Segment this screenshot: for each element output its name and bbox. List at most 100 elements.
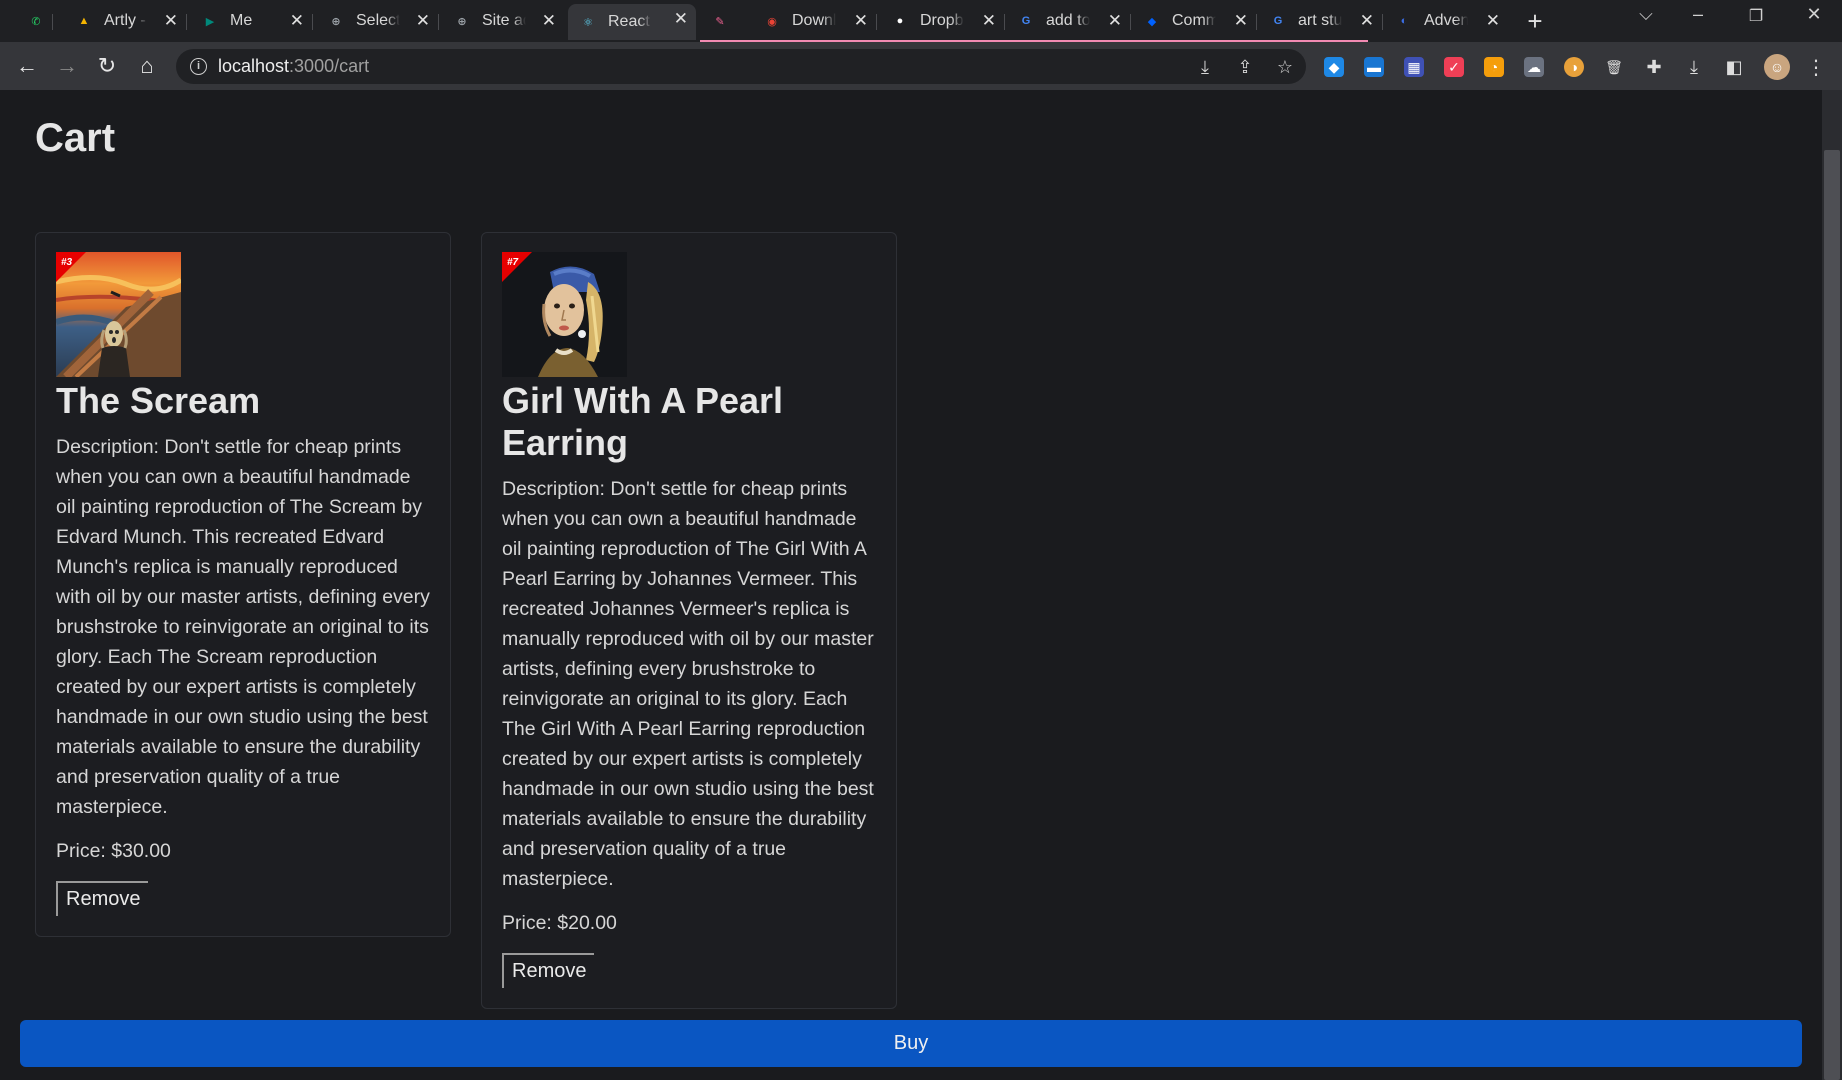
- menu-kebab-icon[interactable]: ⋮: [1806, 57, 1826, 79]
- downloads-icon[interactable]: ⤓: [1684, 57, 1704, 77]
- bookmark-star-icon[interactable]: ☆: [1274, 57, 1296, 79]
- item-title: The Scream: [56, 380, 261, 421]
- buy-button[interactable]: Buy: [20, 1020, 1802, 1067]
- new-tab-button[interactable]: +: [1522, 6, 1548, 36]
- badge-text: #3: [61, 257, 73, 268]
- item-number-badge: #7: [502, 252, 532, 282]
- google-icon: G: [1273, 15, 1283, 27]
- profile-avatar[interactable]: ☺: [1764, 54, 1790, 80]
- browser-tab[interactable]: ⊕ Site ad ✕: [442, 6, 564, 36]
- tab-title: Downl: [792, 12, 836, 29]
- github-icon: ●: [896, 15, 904, 27]
- google-icon: G: [1021, 15, 1031, 27]
- back-arrow-icon[interactable]: ←: [13, 52, 41, 80]
- trash-extension-icon[interactable]: 🗑: [1604, 57, 1624, 77]
- browser-toolbar: ← → ↻ ⌂ i localhost:3000/cart ⤓ ⇪ ☆ ◆ ▬ …: [0, 42, 1842, 90]
- address-bar[interactable]: i localhost:3000/cart ⤓ ⇪ ☆: [176, 49, 1306, 84]
- cloud-extension-icon[interactable]: ☁: [1524, 57, 1544, 77]
- tab-close-icon[interactable]: ✕: [1234, 11, 1248, 31]
- browser-tab[interactable]: Gart stu ✕: [1258, 6, 1383, 36]
- react-icon: ⚛: [583, 16, 593, 29]
- tab-title: Artly -: [104, 12, 146, 29]
- tab-close-icon[interactable]: ✕: [674, 9, 688, 29]
- page-content: Cart #3 The Scream Description: Don't se…: [0, 90, 1822, 1080]
- browser-tab[interactable]: ◐ Advent ✕: [1384, 6, 1508, 36]
- tab-title: Site ad: [482, 12, 526, 29]
- badge-text: #7: [507, 257, 519, 268]
- close-window-button[interactable]: ✕: [1794, 4, 1834, 25]
- whatsapp-icon: ✆: [31, 15, 41, 28]
- item-number-badge: #3: [56, 252, 86, 282]
- globe-icon: ⊕: [331, 15, 341, 28]
- page-title: Cart: [35, 116, 116, 160]
- tab-close-icon[interactable]: ✕: [854, 11, 868, 31]
- browser-tab[interactable]: ✎: [700, 6, 744, 36]
- rss-icon[interactable]: ◔: [1484, 57, 1504, 77]
- share-icon[interactable]: ⇪: [1234, 57, 1256, 79]
- globe-icon: ⊕: [457, 15, 467, 28]
- url-text[interactable]: localhost:3000/cart: [218, 56, 369, 77]
- dropbox-icon: ◆: [1147, 15, 1157, 28]
- tab-close-icon[interactable]: ✕: [542, 11, 556, 31]
- rainbow-brush-icon: ✎: [715, 15, 725, 28]
- forward-arrow-icon[interactable]: →: [53, 52, 81, 80]
- color-picker-icon[interactable]: ◑: [1564, 57, 1584, 77]
- item-description: Description: Don't settle for cheap prin…: [56, 436, 430, 818]
- grid-extension-icon[interactable]: ▦: [1404, 57, 1424, 77]
- tab-title: add to: [1046, 12, 1090, 29]
- tab-close-icon[interactable]: ✕: [290, 11, 304, 31]
- browser-tab[interactable]: ▲ Artly - ✕: [64, 6, 187, 36]
- tab-title: Comm: [1172, 12, 1216, 29]
- browser-tab[interactable]: ⊕ Select ✕: [316, 6, 439, 36]
- google-drive-icon: ▲: [78, 15, 90, 27]
- browser-tab[interactable]: ✆: [16, 6, 53, 36]
- scrollbar-thumb[interactable]: [1824, 150, 1840, 1080]
- tab-title: art stu: [1298, 12, 1342, 29]
- item-description: Description: Don't settle for cheap prin…: [502, 478, 874, 890]
- side-panel-icon[interactable]: ◧: [1724, 57, 1744, 77]
- extensions-puzzle-icon[interactable]: ✚: [1644, 57, 1664, 77]
- tab-title: Me: [230, 12, 253, 29]
- browser-tab[interactable]: ▶ Me ✕: [190, 6, 313, 36]
- browser-tab[interactable]: ◆ Comm ✕: [1132, 6, 1257, 36]
- screen-extension-icon[interactable]: ▬: [1364, 57, 1384, 77]
- browser-tab[interactable]: Gadd to ✕: [1006, 6, 1131, 36]
- url-host: localhost: [218, 56, 290, 76]
- tab-search-chevron-icon[interactable]: ⌵: [1626, 4, 1666, 25]
- pocket-icon[interactable]: ✓: [1444, 57, 1464, 77]
- cart-item-card: #7 Girl With A Pearl Earring Description…: [481, 232, 897, 1009]
- tab-close-icon[interactable]: ✕: [1360, 11, 1374, 31]
- item-title: Girl With A Pearl Earring: [502, 380, 784, 463]
- item-price: Price: $20.00: [502, 912, 617, 934]
- chrome-icon: ◉: [767, 15, 777, 28]
- browser-tab[interactable]: ● Dropb ✕: [880, 6, 1005, 36]
- remove-button[interactable]: Remove: [56, 881, 149, 916]
- artwork-thumbnail[interactable]: #3: [56, 252, 181, 377]
- tab-title: Advent: [1424, 12, 1468, 29]
- restore-window-button[interactable]: ❐: [1736, 6, 1776, 26]
- docs-icon: ◐: [1400, 15, 1408, 27]
- reload-icon[interactable]: ↻: [93, 52, 121, 80]
- tab-title: Dropb: [920, 12, 964, 29]
- tab-close-icon[interactable]: ✕: [416, 11, 430, 31]
- tab-close-icon[interactable]: ✕: [982, 11, 996, 31]
- cart-item-card: #3 The Scream Description: Don't settle …: [35, 232, 451, 937]
- remove-button[interactable]: Remove: [502, 953, 595, 988]
- site-info-icon[interactable]: i: [190, 58, 207, 75]
- item-price: Price: $30.00: [56, 840, 171, 862]
- install-app-icon[interactable]: ⤓: [1194, 57, 1216, 79]
- browser-tab[interactable]: ◉ Downl ✕: [752, 6, 877, 36]
- tab-title: React: [608, 13, 650, 30]
- tab-title: Select: [356, 12, 400, 29]
- artwork-thumbnail[interactable]: #7: [502, 252, 627, 377]
- browser-tab-strip: ✆ ▲ Artly - ✕ ▶ Me ✕ ⊕ Select ✕ ⊕ Site ad ✕ ⚛ React ✕ ✎ ◉…: [0, 0, 1842, 42]
- tab-close-icon[interactable]: ✕: [1486, 11, 1500, 31]
- minimize-window-button[interactable]: –: [1678, 4, 1718, 25]
- google-meet-icon: ▶: [205, 15, 215, 28]
- browser-tab[interactable]: ⚛ React ✕: [568, 4, 696, 40]
- tab-close-icon[interactable]: ✕: [164, 11, 178, 31]
- url-path: :3000/cart: [289, 56, 370, 76]
- tab-close-icon[interactable]: ✕: [1108, 11, 1122, 31]
- gem-extension-icon[interactable]: ◆: [1324, 57, 1344, 77]
- home-icon[interactable]: ⌂: [133, 52, 161, 80]
